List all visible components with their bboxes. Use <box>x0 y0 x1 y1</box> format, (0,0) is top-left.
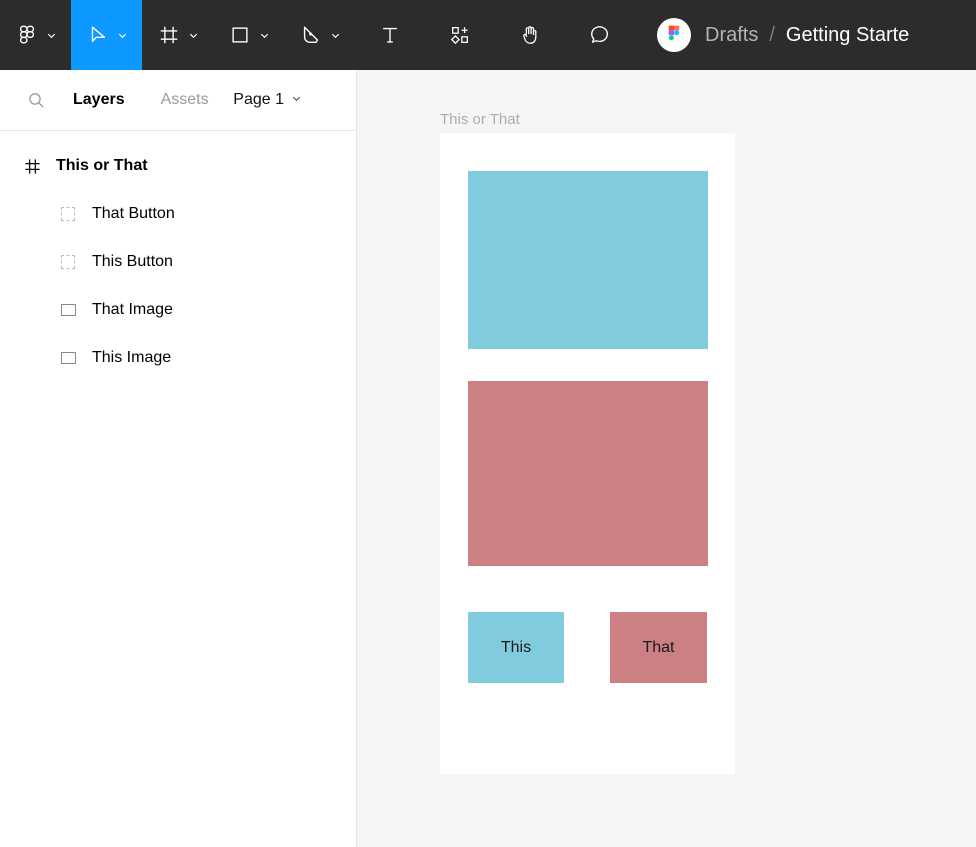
tool-shape[interactable] <box>213 0 284 70</box>
canvas-that-image[interactable] <box>468 381 708 566</box>
layer-row-that-image[interactable]: That Image <box>0 286 356 334</box>
page-selector-label: Page 1 <box>233 91 284 109</box>
layer-list: This or That That Button This Button <box>0 131 356 847</box>
canvas-that-button[interactable]: That <box>610 612 707 683</box>
frame-icon <box>22 156 42 176</box>
workspace: Layers Assets Page 1 <box>0 70 976 847</box>
pen-icon <box>300 24 322 46</box>
chevron-down-icon <box>259 30 270 41</box>
frame-this-or-that[interactable]: This That <box>440 133 735 774</box>
layer-label: This Image <box>92 349 171 367</box>
tool-hand[interactable] <box>495 0 565 70</box>
breadcrumb: Drafts / Getting Starte <box>705 24 909 47</box>
chevron-down-icon <box>117 30 128 41</box>
chevron-down-icon <box>330 30 341 41</box>
tool-pen[interactable] <box>284 0 355 70</box>
chevron-down-icon <box>291 91 302 109</box>
frame-label[interactable]: This or That <box>440 111 520 128</box>
text-icon <box>379 24 401 46</box>
frame-icon <box>158 24 180 46</box>
chevron-down-icon <box>188 30 199 41</box>
group-icon <box>58 204 78 224</box>
left-panel: Layers Assets Page 1 <box>0 70 357 847</box>
toolbar: Drafts / Getting Starte <box>0 0 976 70</box>
chevron-down-icon <box>46 30 57 41</box>
layer-label: That Image <box>92 301 173 319</box>
figma-main-menu-button[interactable] <box>0 0 71 70</box>
comment-icon <box>589 24 611 46</box>
rectangle-icon <box>58 300 78 320</box>
tool-comment[interactable] <box>565 0 635 70</box>
layer-label: This Button <box>92 253 173 271</box>
layer-label: This or That <box>56 157 148 175</box>
canvas[interactable]: This or That This That <box>357 70 976 847</box>
tool-text[interactable] <box>355 0 425 70</box>
toolbar-file-info: Drafts / Getting Starte <box>657 0 976 70</box>
canvas-this-button-label: This <box>501 639 531 657</box>
hand-icon <box>519 24 541 46</box>
layer-label: That Button <box>92 205 175 223</box>
rectangle-icon <box>229 24 251 46</box>
layer-row-this-or-that[interactable]: This or That <box>0 142 356 190</box>
tool-resources[interactable] <box>425 0 495 70</box>
breadcrumb-separator: / <box>769 24 775 47</box>
group-icon <box>58 252 78 272</box>
breadcrumb-file-name[interactable]: Getting Starte <box>786 24 909 47</box>
components-icon <box>449 24 471 46</box>
tool-frame[interactable] <box>142 0 213 70</box>
cursor-icon <box>87 24 109 46</box>
left-panel-header: Layers Assets Page 1 <box>0 70 356 131</box>
canvas-that-button-label: That <box>642 639 674 657</box>
breadcrumb-project[interactable]: Drafts <box>705 24 758 47</box>
tab-layers[interactable]: Layers <box>69 91 129 109</box>
figma-logo-icon <box>16 24 38 46</box>
canvas-this-button[interactable]: This <box>468 612 564 683</box>
figma-avatar-icon[interactable] <box>657 18 691 52</box>
search-icon[interactable] <box>22 86 50 114</box>
layer-row-that-button[interactable]: That Button <box>0 190 356 238</box>
figma-app: Drafts / Getting Starte Layers Assets Pa… <box>0 0 976 847</box>
canvas-this-image[interactable] <box>468 171 708 349</box>
rectangle-icon <box>58 348 78 368</box>
layer-row-this-image[interactable]: This Image <box>0 334 356 382</box>
page-selector[interactable]: Page 1 <box>233 91 340 109</box>
layer-row-this-button[interactable]: This Button <box>0 238 356 286</box>
tool-move[interactable] <box>71 0 142 70</box>
tab-assets[interactable]: Assets <box>157 91 213 109</box>
